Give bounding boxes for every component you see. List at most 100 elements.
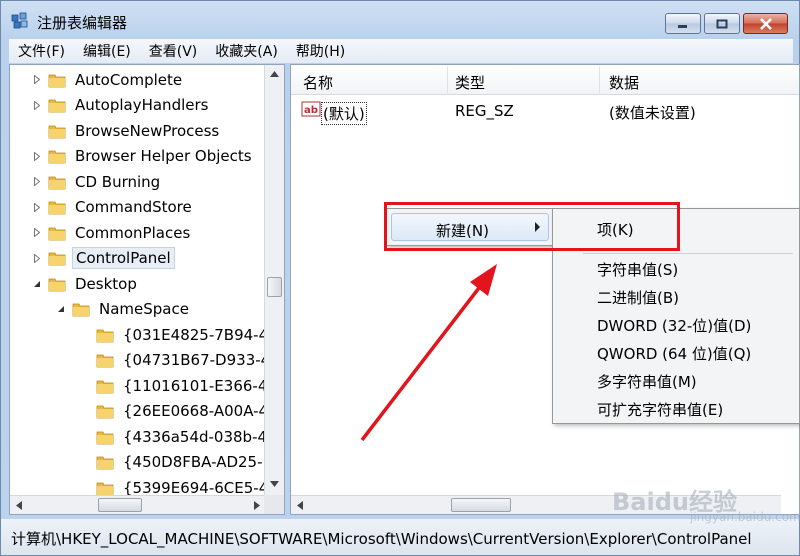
value-name: (默认): [321, 102, 367, 125]
tree-item[interactable]: AutoComplete: [30, 67, 185, 92]
folder-icon: [48, 276, 66, 292]
menu-favorites[interactable]: 收藏夹(A): [206, 41, 287, 61]
tree-item[interactable]: NameSpace: [54, 297, 192, 322]
folder-icon: [96, 378, 114, 394]
registry-editor-icon: [11, 12, 28, 29]
expand-arrow-icon[interactable]: [30, 98, 44, 112]
column-divider[interactable]: [599, 67, 600, 93]
scroll-left-icon[interactable]: [16, 501, 22, 510]
status-bar: 计算机\HKEY_LOCAL_MACHINE\SOFTWARE\Microsof…: [1, 519, 799, 555]
menu-help[interactable]: 帮助(H): [287, 41, 354, 61]
tree-item[interactable]: {04731B67-D933-45: [78, 348, 283, 373]
title-bar[interactable]: 注册表编辑器: [1, 1, 799, 39]
submenu-item-expandable-string[interactable]: 可扩充字符串值(E): [597, 399, 723, 420]
scroll-corner: [264, 495, 284, 514]
tree-item-label: {4336a54d-038b-46: [123, 427, 277, 446]
close-button[interactable]: [743, 13, 788, 34]
submenu-item-multistring[interactable]: 多字符串值(M): [597, 371, 697, 392]
tree-item[interactable]: {031E4825-7B94-4d: [78, 322, 281, 347]
tree-item-label: Desktop: [75, 274, 137, 293]
expand-arrow-icon[interactable]: [30, 226, 44, 240]
tree-item[interactable]: {11016101-E366-4D: [78, 373, 282, 398]
tree-hscroll-thumb[interactable]: [98, 498, 142, 512]
column-divider[interactable]: [447, 67, 448, 93]
tree-vertical-scrollbar[interactable]: [264, 65, 284, 497]
tree-item-label: BrowseNewProcess: [75, 121, 220, 140]
menu-bar: 文件(F) 编辑(E) 查看(V) 收藏夹(A) 帮助(H): [9, 39, 793, 63]
expand-arrow-icon[interactable]: [30, 149, 44, 163]
tree-item-label: ControlPanel: [72, 247, 175, 269]
maximize-button[interactable]: [704, 13, 740, 34]
submenu-item-qword[interactable]: QWORD (64 位)值(Q): [597, 343, 751, 364]
column-data[interactable]: 数据: [609, 72, 639, 93]
menu-edit[interactable]: 编辑(E): [74, 41, 140, 61]
folder-icon: [96, 327, 114, 343]
column-name[interactable]: 名称: [303, 72, 333, 93]
folder-icon: [48, 174, 66, 190]
tree-item[interactable]: CommandStore: [30, 195, 195, 220]
submenu-item-dword[interactable]: DWORD (32-位)值(D): [597, 315, 751, 336]
collapse-arrow-icon[interactable]: [54, 302, 68, 316]
folder-icon: [96, 403, 114, 419]
tree-item-label: CD Burning: [75, 172, 161, 191]
tree-item[interactable]: AutoplayHandlers: [30, 93, 211, 118]
tree-item-label: CommandStore: [75, 198, 192, 216]
expand-arrow-icon[interactable]: [30, 73, 44, 87]
value-data: (数值未设置): [609, 104, 696, 122]
submenu-item-binary[interactable]: 二进制值(B): [597, 287, 679, 308]
tree-item[interactable]: CommonPlaces: [30, 220, 193, 245]
tree-item[interactable]: CD Burning: [30, 169, 163, 194]
list-header: 名称 类型 数据: [291, 65, 799, 95]
expand-arrow-icon[interactable]: [30, 251, 44, 265]
tree-item[interactable]: {4336a54d-038b-46: [78, 424, 280, 449]
value-type: REG_SZ: [455, 102, 514, 120]
expand-arrow-icon[interactable]: [30, 175, 44, 189]
folder-icon: [48, 97, 66, 113]
minimize-button[interactable]: [665, 13, 701, 34]
tree-item-label: AutoplayHandlers: [75, 96, 209, 114]
tree-item-label: AutoComplete: [75, 70, 183, 89]
scroll-right-icon[interactable]: [254, 501, 260, 510]
tree-horizontal-scrollbar[interactable]: [10, 495, 266, 514]
menu-separator: [583, 253, 793, 254]
submenu-item-string[interactable]: 字符串值(S): [597, 259, 678, 280]
annotation-highlight-box: [384, 202, 680, 251]
scroll-up-icon[interactable]: [270, 71, 279, 77]
watermark-url: jingyan.baidu.com: [690, 510, 800, 524]
menu-view[interactable]: 查看(V): [140, 41, 207, 61]
tree-item[interactable]: Desktop: [30, 271, 140, 296]
menu-file[interactable]: 文件(F): [9, 41, 74, 61]
folder-icon: [48, 225, 66, 241]
registry-tree[interactable]: AutoComplete AutoplayHandlers BrowseNewPro…: [9, 64, 285, 515]
value-row[interactable]: ab (默认) REG_SZ (数值未设置): [291, 97, 799, 125]
tree-item[interactable]: {450D8FBA-AD25-1: [78, 450, 275, 475]
tree-item[interactable]: BrowseNewProcess: [30, 118, 222, 143]
svg-text:ab: ab: [304, 105, 318, 116]
tree-scroll-thumb[interactable]: [267, 277, 282, 297]
status-path: 计算机\HKEY_LOCAL_MACHINE\SOFTWARE\Microsof…: [11, 530, 752, 548]
folder-icon: [96, 454, 114, 470]
scroll-down-icon[interactable]: [270, 481, 279, 487]
tree-item-label: {450D8FBA-AD25-1: [123, 453, 273, 471]
tree-item-label: {031E4825-7B94-4d: [123, 325, 278, 344]
tree-item-label: NameSpace: [99, 300, 189, 318]
collapse-arrow-icon[interactable]: [30, 277, 44, 291]
string-value-icon: ab: [301, 101, 321, 117]
tree-item[interactable]: {26EE0668-A00A-44: [78, 399, 281, 424]
tree-item[interactable]: ControlPanel: [30, 246, 175, 271]
expand-arrow-icon[interactable]: [30, 200, 44, 214]
tree-item[interactable]: Browser Helper Objects: [30, 144, 255, 169]
list-hscroll-thumb[interactable]: [451, 498, 511, 512]
column-type[interactable]: 类型: [455, 72, 485, 93]
maximize-icon: [716, 19, 728, 28]
folder-icon: [48, 123, 66, 139]
scroll-left-icon[interactable]: [297, 501, 303, 510]
minimize-icon: [678, 24, 687, 28]
